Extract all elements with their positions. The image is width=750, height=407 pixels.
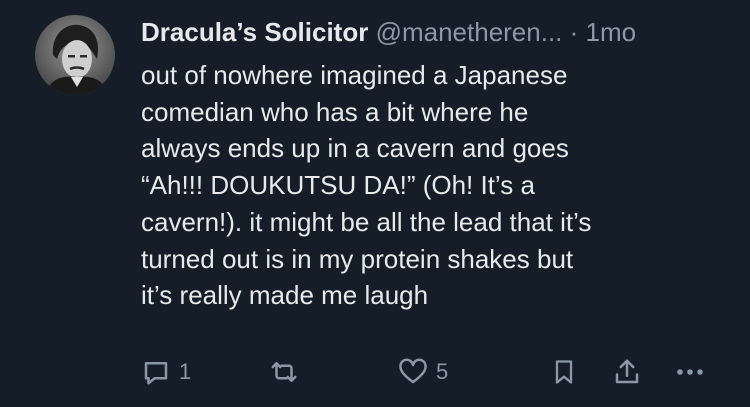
retweet-button[interactable] — [269, 352, 299, 392]
retweet-icon — [269, 357, 299, 387]
tweet-actions: 1 5 — [0, 352, 750, 392]
bookmark-icon — [550, 357, 578, 387]
more-icon — [674, 357, 706, 387]
bookmark-button[interactable] — [550, 352, 578, 392]
profile-photo — [35, 15, 115, 95]
reply-count: 1 — [179, 359, 192, 384]
share-icon — [612, 357, 642, 387]
header-separator: · — [569, 17, 579, 47]
reply-icon — [141, 357, 171, 387]
share-button[interactable] — [612, 352, 642, 392]
user-handle[interactable]: @manetheren... — [376, 17, 563, 47]
heart-icon — [398, 357, 428, 387]
tweet-text: out of nowhere imagined a Japanese comed… — [141, 60, 592, 311]
tweet-header: Dracula’s Solicitor @manetheren... · 1mo — [141, 14, 741, 50]
avatar[interactable] — [35, 15, 115, 95]
timestamp[interactable]: 1mo — [586, 17, 637, 47]
like-button[interactable]: 5 — [398, 352, 448, 392]
like-count: 5 — [436, 359, 449, 384]
reply-button[interactable]: 1 — [141, 352, 191, 392]
more-button[interactable] — [674, 352, 706, 392]
display-name[interactable]: Dracula’s Solicitor — [141, 17, 368, 47]
